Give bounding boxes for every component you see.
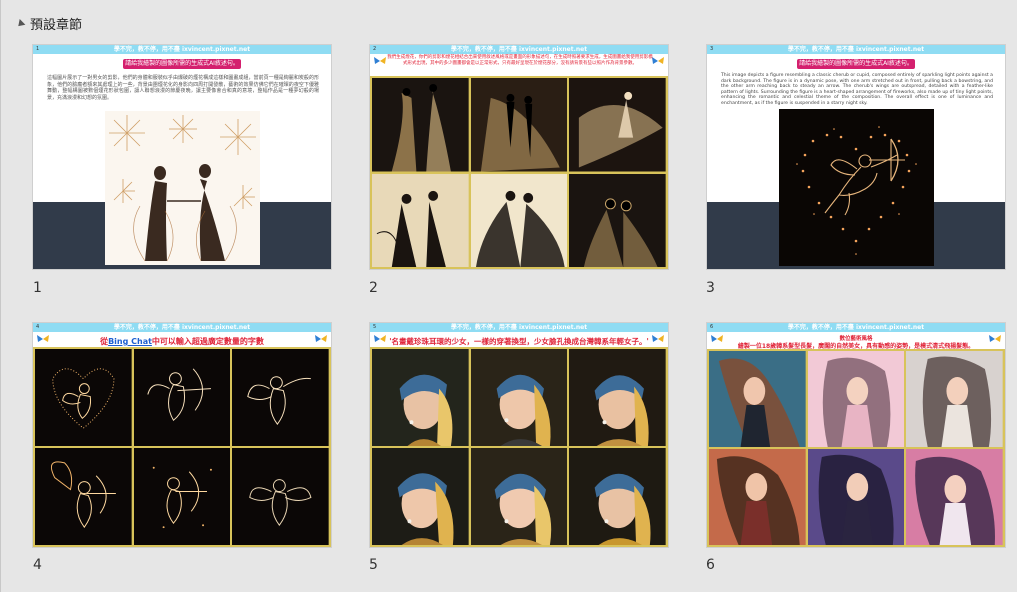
banner-text: 學不完，教不停，用不盡 ixvincent.pixnet.net — [450, 46, 588, 53]
slide-body-text: 這幅圖片展示了一對男女的剪影，他們的身體和服裝似乎由爆破的煙花構成這樣和圖畫成組… — [47, 75, 319, 101]
slide-number-6: 6 — [706, 557, 715, 573]
prompt-pill: 請給我繪製的圖像所需的生成式AI敘述句。 — [123, 59, 241, 69]
prompt-pill: 請給我繪製的圖像所需的生成式AI敘述句。 — [797, 59, 915, 69]
slide-red-text: '名畫戴珍珠耳環的少女，一樣的穿著換型，少女臉孔換成台灣韓系年輕女子。' — [389, 337, 649, 346]
grid-image — [906, 351, 1003, 447]
slide-thumbnail-3[interactable]: 3 學不完，教不停，用不盡 ixvincent.pixnet.net 請給我繪製… — [706, 44, 1006, 270]
image-grid — [33, 347, 331, 547]
banner-text: 學不完，教不停，用不盡 ixvincent.pixnet.net — [113, 46, 251, 53]
butterfly-logo-icon — [374, 57, 386, 64]
grid-image — [372, 78, 469, 172]
grid-image — [470, 173, 568, 267]
grid-image — [372, 173, 469, 267]
image-grid — [370, 76, 668, 269]
slide-index-label: 2 — [373, 46, 377, 52]
slide-thumbnail-5[interactable]: 5 學不完，教不停，用不盡 ixvincent.pixnet.net '名畫戴珍… — [369, 322, 669, 548]
image-grid — [707, 349, 1005, 547]
slide-red-text: 我們生成煙花，你們的剪影和煙花相結合出來使用敘述風格或是畫面的形象描述句，在生成… — [387, 55, 653, 66]
grid-image — [232, 349, 329, 446]
grid-image — [569, 448, 666, 545]
grid-image — [569, 349, 666, 446]
slide-index-label: 6 — [710, 324, 714, 330]
grid-image — [470, 448, 568, 545]
bing-chat-link[interactable]: Bing Chat — [108, 337, 152, 346]
grid-image — [709, 351, 806, 447]
banner-text: 學不完，教不停，用不盡 ixvincent.pixnet.net — [113, 324, 251, 331]
slide-number-5: 5 — [369, 557, 378, 573]
slide-banner: 1 學不完，教不停，用不盡 ixvincent.pixnet.net — [33, 45, 331, 54]
slide-number-1: 1 — [33, 280, 42, 296]
grid-image — [35, 448, 132, 545]
slide-thumbnail-6[interactable]: 6 學不完，教不停，用不盡 ixvincent.pixnet.net 數位藝術風… — [706, 322, 1006, 548]
slide-banner: 6 學不完，教不停，用不盡 ixvincent.pixnet.net — [707, 323, 1005, 332]
slide-number-3: 3 — [706, 280, 715, 296]
banner-text: 學不完，教不停，用不盡 ixvincent.pixnet.net — [787, 324, 925, 331]
banner-text: 學不完，教不停，用不盡 ixvincent.pixnet.net — [450, 324, 588, 331]
slide-number-2: 2 — [369, 280, 378, 296]
slide-thumbnail-1[interactable]: 1 學不完，教不停，用不盡 ixvincent.pixnet.net 請給我繪製… — [32, 44, 332, 270]
grid-image — [807, 351, 905, 447]
grid-image — [372, 349, 469, 446]
grid-image — [807, 449, 905, 545]
cupid-fireworks-image — [779, 109, 934, 266]
slide-index-label: 5 — [373, 324, 377, 330]
grid-image — [35, 349, 132, 446]
slide-banner: 3 學不完，教不停，用不盡 ixvincent.pixnet.net — [707, 45, 1005, 54]
slide-index-label: 3 — [710, 46, 714, 52]
grid-image — [372, 448, 469, 545]
grid-image — [133, 349, 231, 446]
section-header[interactable]: 預設章節 — [15, 14, 83, 33]
grid-image — [470, 78, 568, 172]
image-grid — [370, 347, 668, 547]
grid-image — [569, 173, 666, 267]
grid-image — [133, 448, 231, 545]
banner-text: 學不完，教不停，用不盡 ixvincent.pixnet.net — [787, 46, 925, 53]
red-prefix: 從 — [100, 337, 109, 346]
grid-image — [709, 449, 806, 545]
slide-red-text: 從Bing Chat中可以輸入超過廣定數量的字數 — [33, 336, 331, 347]
slide-index-label: 1 — [36, 46, 40, 52]
slide-thumbnail-4[interactable]: 4 學不完，教不停，用不盡 ixvincent.pixnet.net 從Bing… — [32, 322, 332, 548]
red-suffix: 中可以輸入超過廣定數量的字數 — [151, 337, 264, 346]
slide-banner: 5 學不完，教不停，用不盡 ixvincent.pixnet.net — [370, 323, 668, 332]
slide-banner: 2 學不完，教不停，用不盡 ixvincent.pixnet.net — [370, 45, 668, 54]
section-title: 預設章節 — [30, 17, 83, 33]
slide-number-4: 4 — [33, 557, 42, 573]
slide-index-label: 4 — [36, 324, 40, 330]
slide-thumbnail-2[interactable]: 2 學不完，教不停，用不盡 ixvincent.pixnet.net 我們生成煙… — [369, 44, 669, 270]
slide-body-text: This image depicts a figure resembling a… — [721, 73, 993, 106]
slide-banner: 4 學不完，教不停，用不盡 ixvincent.pixnet.net — [33, 323, 331, 332]
slide-sorter-window: 預設章節 1 學不完，教不停，用不盡 ixvincent.pixnet.net … — [0, 0, 1017, 592]
grid-image — [470, 349, 568, 446]
fireworks-couple-image — [105, 111, 260, 265]
grid-image — [906, 449, 1003, 545]
grid-image — [569, 78, 666, 172]
grid-image — [232, 448, 329, 545]
collapse-triangle-icon[interactable] — [15, 19, 26, 29]
